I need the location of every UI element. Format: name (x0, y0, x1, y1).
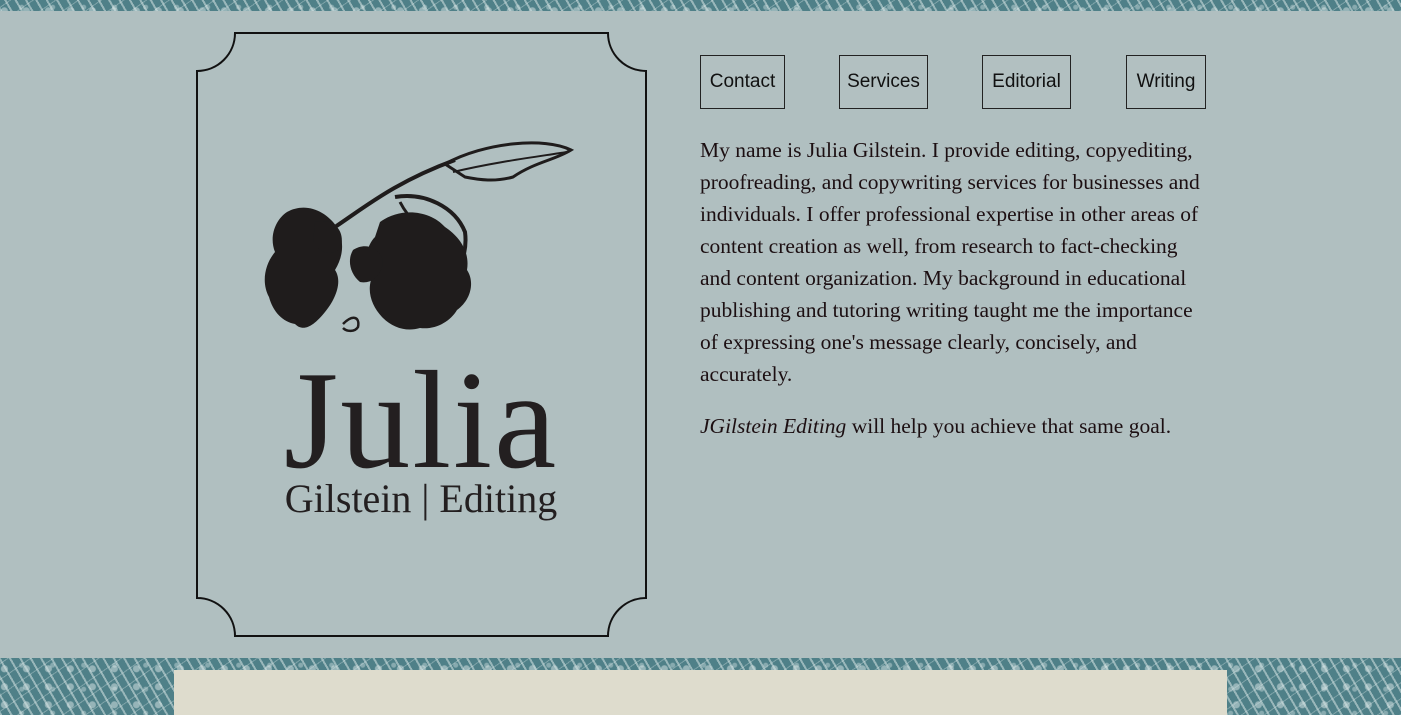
logo: Julia Gilstein | Editing (195, 32, 648, 637)
intro-paragraph-1: My name is Julia Gilstein. I provide edi… (700, 138, 1200, 386)
brand-name: JGilstein Editing (700, 414, 847, 438)
nav-contact-button[interactable]: Contact (700, 55, 785, 109)
logo-first-name: Julia (284, 343, 558, 498)
nav-services-button[interactable]: Services (839, 55, 928, 109)
nav-writing-button[interactable]: Writing (1126, 55, 1206, 109)
logo-subtitle: Gilstein | Editing (285, 476, 557, 521)
intro-paragraph-2: JGilstein Editing will help you achieve … (700, 410, 1212, 442)
frame-border (196, 32, 647, 637)
main-nav: Contact Services Editorial Writing (700, 55, 1206, 109)
intro-paragraph-2-text: will help you achieve that same goal. (846, 414, 1172, 438)
intro-text: My name is Julia Gilstein. I provide edi… (700, 134, 1212, 442)
nav-editorial-button[interactable]: Editorial (982, 55, 1071, 109)
logo-frame-graphic: Julia Gilstein | Editing (196, 32, 647, 637)
decorative-pattern-top (0, 0, 1401, 11)
oak-leaf-icon (264, 141, 575, 333)
footer-panel (174, 670, 1227, 715)
